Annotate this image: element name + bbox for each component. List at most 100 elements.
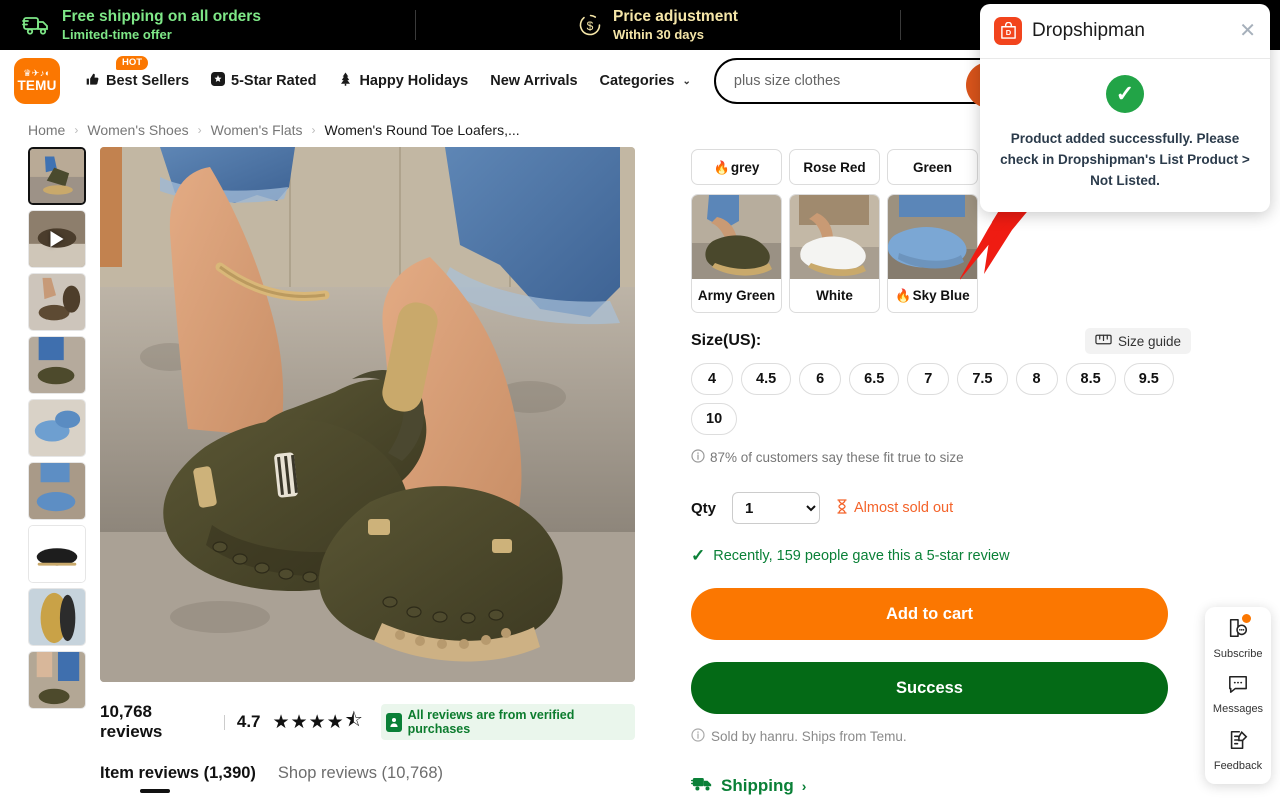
size-option-6[interactable]: 6 xyxy=(799,363,842,395)
chevron-down-icon: ⌄ xyxy=(682,75,691,87)
color-text: grey xyxy=(730,159,760,175)
size-guide-button[interactable]: Size guide xyxy=(1084,328,1191,354)
floating-side-widget: Subscribe Messages Feedback xyxy=(1205,607,1271,784)
color-label: 🔥 grey xyxy=(712,151,762,184)
divider xyxy=(223,714,225,730)
play-icon xyxy=(50,231,64,247)
color-option-army-green[interactable]: Army Green xyxy=(691,194,782,313)
nav-item-best-sellers[interactable]: Best Sellers HOT xyxy=(74,55,200,97)
size-option-4.5[interactable]: 4.5 xyxy=(741,363,792,395)
color-swatch-image xyxy=(692,195,781,279)
promo-item-free-shipping[interactable]: Free shipping on all orders Limited-time… xyxy=(0,0,415,50)
color-swatch-image xyxy=(790,195,879,279)
color-label: White xyxy=(816,288,853,303)
success-button[interactable]: Success xyxy=(691,662,1168,714)
dropshipman-popup: D Dropshipman ✕ ✓ Product added successf… xyxy=(980,4,1270,212)
thumbnail-6[interactable] xyxy=(28,525,86,583)
size-option-6.5[interactable]: 6.5 xyxy=(849,363,900,395)
tab-item-reviews[interactable]: Item reviews (1,390) xyxy=(100,764,256,793)
nav-item-5-star-rated[interactable]: 5-Star Rated xyxy=(200,66,327,96)
fit-note-text: 87% of customers say these fit true to s… xyxy=(710,450,964,465)
thumbnail-3[interactable] xyxy=(28,336,86,394)
thumbnail-0[interactable] xyxy=(28,147,86,205)
thumbnail-7[interactable] xyxy=(28,588,86,646)
nav-item-new-arrivals[interactable]: New Arrivals xyxy=(479,67,588,95)
dropshipman-header: D Dropshipman ✕ xyxy=(980,4,1270,59)
thumbs-up-icon xyxy=(85,72,100,91)
product-content: 10,768 reviews 4.7 ★ ★ ★ ★ ⯪ All reviews… xyxy=(0,147,1280,800)
color-swatch-image xyxy=(888,195,977,279)
success-check-icon: ✓ xyxy=(1106,75,1144,113)
size-option-8.5[interactable]: 8.5 xyxy=(1065,363,1116,395)
ruler-icon xyxy=(1095,333,1112,349)
flame-icon: 🔥 xyxy=(895,288,912,303)
color-row-2: Army Green White 🔥 Sky Blue xyxy=(691,194,1191,313)
size-guide-label: Size guide xyxy=(1117,333,1181,349)
quantity-row: Qty 1 2 3 4 5 Almost sold out xyxy=(691,492,1191,524)
shipping-truck-icon xyxy=(691,775,713,797)
size-option-7.5[interactable]: 7.5 xyxy=(957,363,1008,395)
color-option-rose-red[interactable]: Rose Red xyxy=(789,149,880,185)
color-label: 🔥 Sky Blue xyxy=(888,279,977,312)
star-icon: ★ xyxy=(272,711,290,733)
color-option-sky-blue[interactable]: 🔥 Sky Blue xyxy=(887,194,978,313)
thumbnail-5[interactable] xyxy=(28,462,86,520)
color-option-white[interactable]: White xyxy=(789,194,880,313)
breadcrumb-item-womens-shoes[interactable]: Women's Shoes xyxy=(87,122,188,138)
side-widget-label: Messages xyxy=(1212,703,1264,715)
thumbnail-8[interactable] xyxy=(28,651,86,709)
dropshipman-body: ✓ Product added successfully. Please che… xyxy=(980,59,1270,212)
review-summary: 10,768 reviews 4.7 ★ ★ ★ ★ ⯪ All reviews… xyxy=(100,682,635,742)
breadcrumb-separator-icon: › xyxy=(74,123,79,137)
size-option-8[interactable]: 8 xyxy=(1015,363,1058,395)
close-icon[interactable]: ✕ xyxy=(1239,21,1256,41)
thumbnail-2[interactable] xyxy=(28,273,86,331)
tab-shop-reviews[interactable]: Shop reviews (10,768) xyxy=(278,764,443,793)
temu-logo[interactable]: ♛✈♪◐ TEMU xyxy=(14,58,60,104)
quantity-select[interactable]: 1 2 3 4 5 xyxy=(732,492,821,524)
shipping-title: Shipping xyxy=(721,776,794,795)
breadcrumb-current: Women's Round Toe Loafers,... xyxy=(324,122,520,138)
size-option-9.5[interactable]: 9.5 xyxy=(1123,363,1174,395)
main-nav: Best Sellers HOT 5-Star Rated Happy Holi… xyxy=(74,55,702,97)
side-widget-feedback[interactable]: Feedback xyxy=(1214,729,1262,772)
star-badge-icon xyxy=(211,72,226,90)
shield-check-icon xyxy=(385,712,402,732)
nav-item-categories[interactable]: Categories ⌄ xyxy=(589,67,702,95)
product-options: 🔥 grey Rose Red Green Army Green White 🔥… xyxy=(691,147,1191,800)
add-to-cart-button[interactable]: Add to cart xyxy=(691,588,1168,640)
nav-item-happy-holidays[interactable]: Happy Holidays xyxy=(327,65,479,97)
nav-label: Happy Holidays xyxy=(359,73,469,89)
logo-glyphs: ♛✈♪◐ xyxy=(23,68,51,79)
promo-item-price-adjustment[interactable]: $ Price adjustment Within 30 days xyxy=(415,0,900,50)
star-icon: ★ xyxy=(290,711,308,733)
verified-label: All reviews are from verified purchases xyxy=(407,708,575,736)
thumbnail-1-video[interactable] xyxy=(28,210,86,268)
size-option-7[interactable]: 7 xyxy=(907,363,950,395)
nav-label: New Arrivals xyxy=(490,73,578,89)
breadcrumb-separator-icon: › xyxy=(197,123,202,137)
breadcrumb-item-home[interactable]: Home xyxy=(28,122,65,138)
side-widget-subscribe[interactable]: Subscribe xyxy=(1214,614,1262,660)
info-icon xyxy=(691,728,705,745)
color-label: Green xyxy=(912,159,953,175)
size-option-10[interactable]: 10 xyxy=(691,403,738,435)
stock-warning: Almost sold out xyxy=(836,498,953,518)
thumbnail-4[interactable] xyxy=(28,399,86,457)
dropshipman-bag-icon: D xyxy=(994,17,1022,45)
fit-note: 87% of customers say these fit true to s… xyxy=(691,449,1191,466)
size-option-4[interactable]: 4 xyxy=(691,363,733,395)
color-option-grey[interactable]: 🔥 grey xyxy=(691,149,782,185)
main-product-image[interactable] xyxy=(100,147,635,682)
message-icon xyxy=(1227,674,1249,699)
review-score: 4.7 xyxy=(236,712,261,731)
side-widget-messages[interactable]: Messages xyxy=(1213,674,1263,715)
svg-text:$: $ xyxy=(587,19,594,33)
size-options: 4 4.5 6 6.5 7 7.5 8 8.5 9.5 10 xyxy=(691,363,1191,435)
color-option-green[interactable]: Green xyxy=(887,149,978,185)
review-count: 10,768 reviews xyxy=(100,702,163,741)
breadcrumb-item-womens-flats[interactable]: Women's Flats xyxy=(211,122,303,138)
shipping-header[interactable]: Shipping › xyxy=(691,775,1191,797)
promo-title: Price adjustment xyxy=(613,7,738,25)
logo-wordmark: TEMU xyxy=(17,78,57,94)
